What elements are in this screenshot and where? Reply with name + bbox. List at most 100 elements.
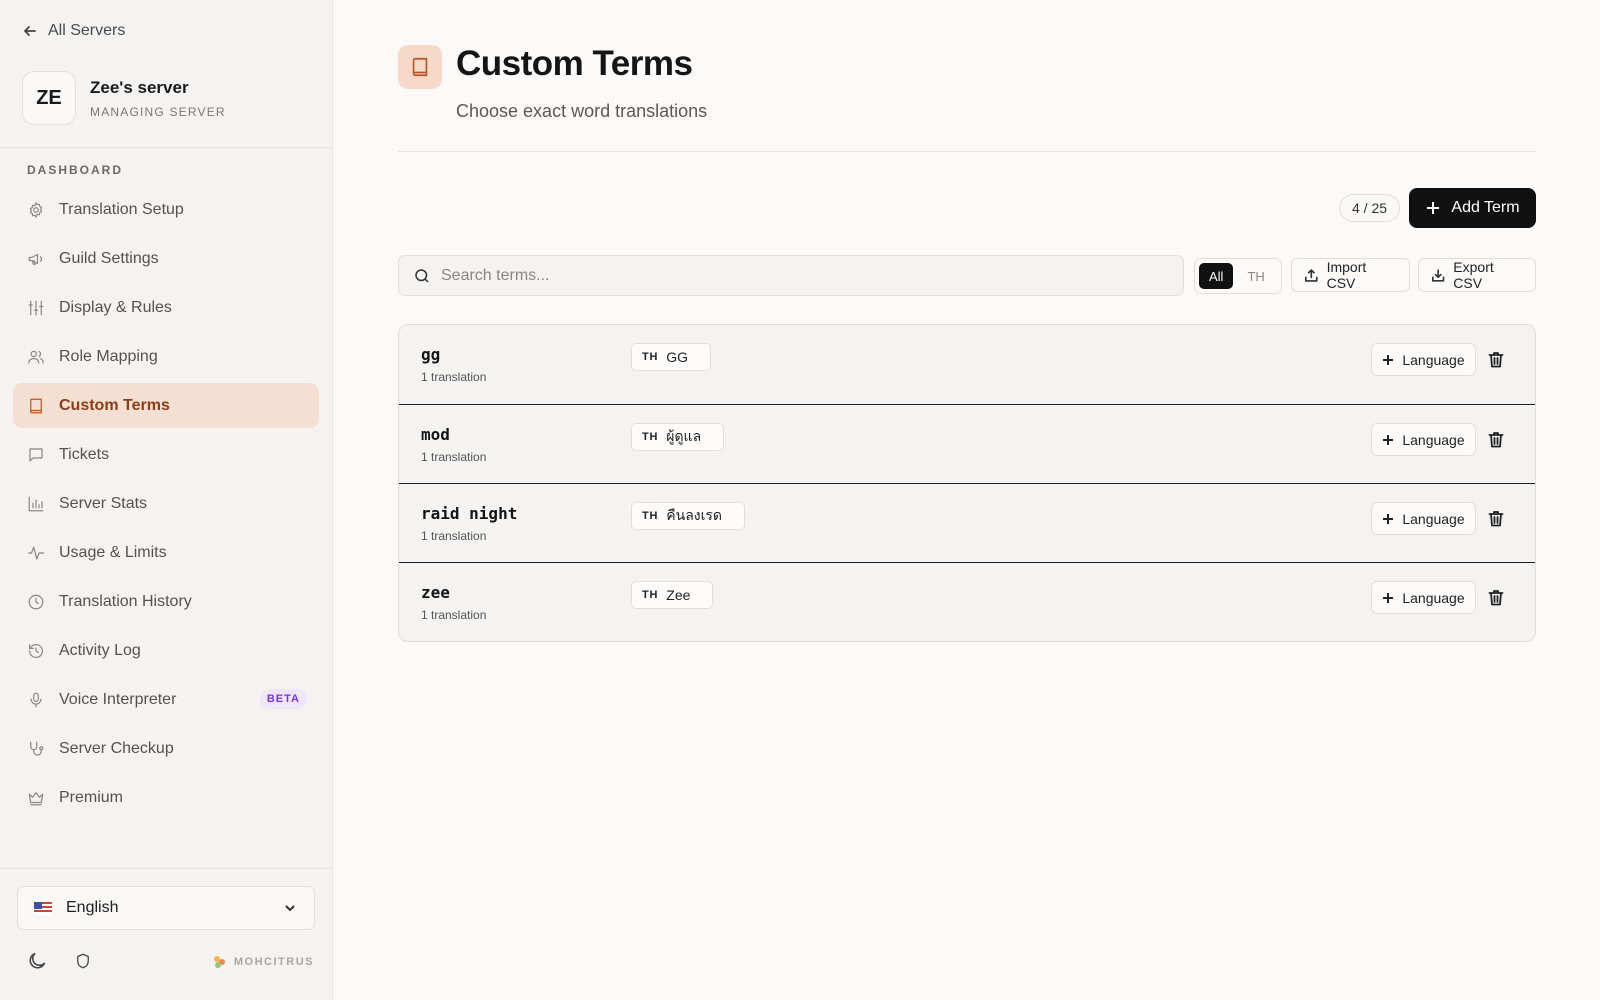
bar-chart-icon — [28, 496, 44, 511]
sidebar-item-label: Usage & Limits — [59, 543, 167, 561]
book-icon — [30, 398, 42, 413]
sidebar-item-translation-setup[interactable]: Translation Setup — [13, 187, 319, 232]
translation-language-code: TH — [642, 351, 659, 363]
add-language-label: Language — [1402, 351, 1465, 368]
add-term-label: Add Term — [1451, 199, 1520, 216]
trash-icon — [1488, 590, 1504, 606]
upload-icon — [1305, 268, 1318, 282]
server-subtitle: MANAGING SERVER — [90, 104, 226, 119]
translation-value: คืนลงเรด — [666, 507, 723, 523]
delete-term-button[interactable] — [1488, 510, 1504, 527]
sidebar-item-role-mapping[interactable]: Role Mapping — [13, 334, 319, 379]
sliders-icon — [28, 300, 44, 315]
translation-chip[interactable]: TH GG — [631, 343, 712, 371]
plus-icon — [1383, 592, 1394, 603]
plus-icon — [1383, 513, 1394, 524]
moon-icon[interactable] — [26, 950, 48, 972]
add-language-label: Language — [1402, 589, 1465, 606]
megaphone-icon — [28, 253, 43, 265]
activity-icon — [27, 545, 45, 560]
plus-icon — [1427, 202, 1440, 214]
add-language-label: Language — [1402, 431, 1465, 448]
sidebar-item-guild-settings[interactable]: Guild Settings — [13, 236, 319, 281]
search-icon — [415, 268, 429, 283]
add-language-button[interactable]: Language — [1371, 502, 1476, 535]
sidebar-bottom-divider — [0, 868, 332, 869]
term-word: gg — [421, 345, 441, 364]
header-divider — [398, 151, 1536, 152]
sidebar-item-premium[interactable]: Premium — [13, 775, 319, 820]
term-translation-count: 1 translation — [421, 370, 487, 384]
translation-value: ผู้ดูแล — [666, 428, 702, 444]
translation-chip[interactable]: TH คืนลงเรด — [631, 502, 746, 530]
sidebar: All Servers ZE Zee's server MANAGING SER… — [0, 0, 333, 1000]
page-subtitle: Choose exact word translations — [456, 101, 708, 121]
translation-language-code: TH — [642, 431, 659, 443]
sidebar-item-tickets[interactable]: Tickets — [13, 432, 319, 477]
add-language-button[interactable]: Language — [1371, 581, 1476, 614]
sidebar-item-label: Activity Log — [59, 641, 141, 659]
term-translation-count: 1 translation — [421, 450, 487, 464]
search-field — [398, 255, 1184, 296]
filter-all[interactable]: All — [1199, 263, 1234, 289]
add-language-button[interactable]: Language — [1371, 343, 1476, 376]
sidebar-item-display-rules[interactable]: Display & Rules — [13, 285, 319, 330]
search-input[interactable] — [441, 266, 1141, 285]
sidebar-item-translation-history[interactable]: Translation History — [13, 579, 319, 624]
sidebar-item-label: Server Checkup — [59, 739, 174, 757]
arrow-left-icon — [24, 26, 36, 36]
shield-icon[interactable] — [74, 952, 92, 970]
sidebar-item-custom-terms[interactable]: Custom Terms — [13, 383, 319, 428]
brand-name: MOHCITRUS — [233, 956, 314, 968]
translation-value: GG — [666, 349, 689, 365]
sidebar-item-usage-limits[interactable]: Usage & Limits — [13, 530, 319, 575]
back-link-label: All Servers — [48, 22, 126, 39]
book-icon — [412, 57, 428, 77]
chat-icon — [29, 447, 43, 462]
us-flag-icon — [34, 902, 52, 914]
sidebar-item-activity-log[interactable]: Activity Log — [13, 628, 319, 673]
sidebar-item-label: Guild Settings — [59, 249, 159, 267]
page-title: Custom Terms — [456, 44, 693, 83]
sidebar-divider — [0, 147, 332, 148]
translation-chip[interactable]: TH ผู้ดูแล — [631, 423, 725, 451]
term-row: zee 1 translation TH Zee Language — [399, 562, 1535, 641]
crown-icon — [28, 791, 44, 805]
beta-badge: BETA — [259, 689, 307, 709]
language-select[interactable]: English — [17, 886, 315, 930]
export-csv-button[interactable]: Export CSV — [1418, 258, 1536, 292]
sidebar-item-label: Translation History — [59, 592, 192, 610]
server-avatar: ZE — [22, 71, 76, 125]
sidebar-item-label: Translation Setup — [59, 200, 184, 218]
add-term-button[interactable]: Add Term — [1409, 188, 1536, 228]
delete-term-button[interactable] — [1488, 589, 1504, 606]
delete-term-button[interactable] — [1488, 351, 1504, 368]
delete-term-button[interactable] — [1488, 431, 1504, 448]
term-row: gg 1 translation TH GG Language — [399, 325, 1535, 404]
section-label-dashboard: DASHBOARD — [27, 163, 123, 177]
mic-icon — [30, 692, 42, 707]
import-csv-button[interactable]: Import CSV — [1291, 258, 1410, 292]
sidebar-item-label: Tickets — [59, 445, 110, 463]
back-to-servers-link[interactable]: All Servers — [22, 22, 125, 40]
sidebar-item-label: Custom Terms — [59, 396, 170, 414]
trash-icon — [1488, 432, 1504, 448]
citrus-logo-icon — [213, 956, 226, 968]
add-language-label: Language — [1402, 510, 1465, 527]
term-row: raid night 1 translation TH คืนลงเรด Lan… — [399, 483, 1535, 562]
sidebar-item-voice-interpreter[interactable]: Voice Interpreter BETA — [13, 677, 319, 722]
plus-icon — [1383, 434, 1394, 445]
terms-list: gg 1 translation TH GG Language mod 1 tr… — [398, 324, 1536, 642]
download-icon — [1431, 268, 1445, 282]
sidebar-item-server-stats[interactable]: Server Stats — [13, 481, 319, 526]
sidebar-item-label: Role Mapping — [59, 347, 158, 365]
filter-th[interactable]: TH — [1237, 263, 1274, 289]
translation-chip[interactable]: TH Zee — [631, 581, 714, 609]
sidebar-item-server-checkup[interactable]: Server Checkup — [13, 726, 319, 771]
term-row: mod 1 translation TH ผู้ดูแล Language — [399, 404, 1535, 483]
term-word: zee — [421, 583, 450, 602]
translation-language-code: TH — [642, 589, 659, 601]
term-count-badge: 4 / 25 — [1339, 194, 1401, 222]
language-filter: All TH — [1194, 258, 1282, 294]
add-language-button[interactable]: Language — [1371, 423, 1476, 456]
